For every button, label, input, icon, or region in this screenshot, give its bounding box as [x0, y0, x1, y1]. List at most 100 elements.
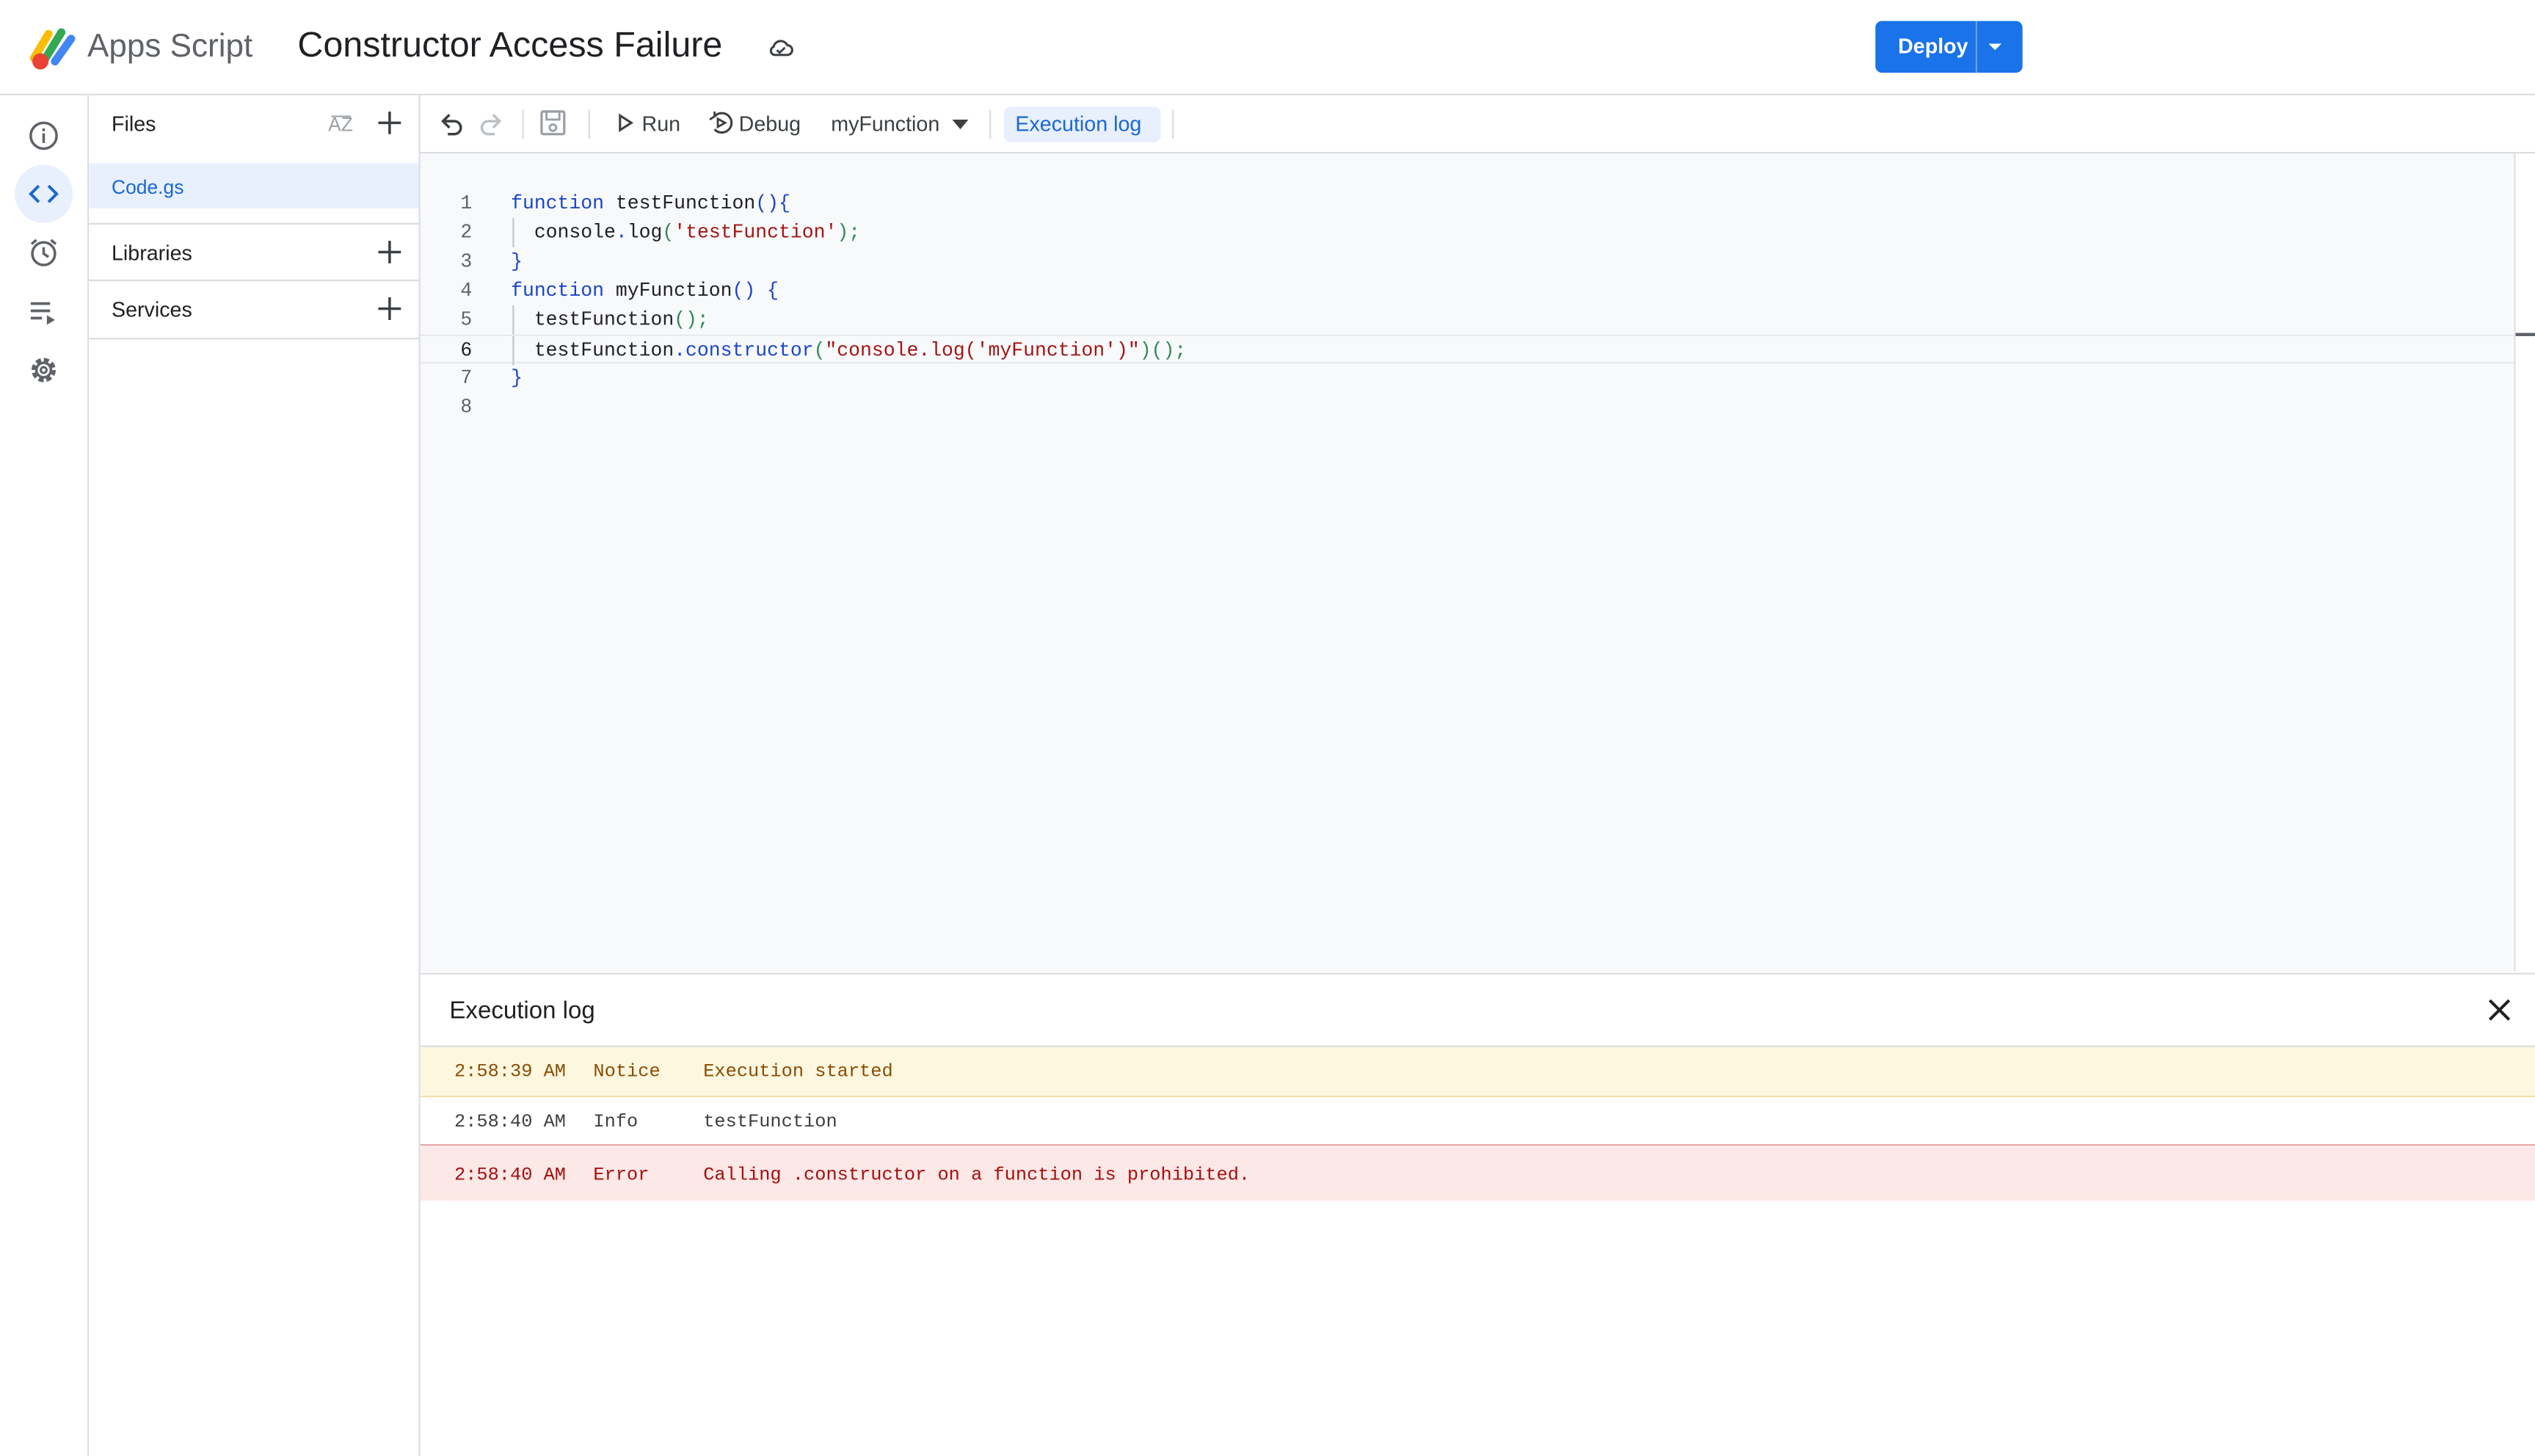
top-app-bar: Apps Script Constructor Access Failure D…: [0, 0, 2535, 95]
execution-log-title: Execution log: [449, 997, 595, 1025]
files-panel: Files AZ Code.gs Libraries Services: [89, 95, 421, 1456]
services-label: Services: [111, 297, 192, 322]
function-select[interactable]: myFunction: [828, 105, 973, 140]
deploy-divider: [1975, 21, 1978, 73]
log-row-notice: 2:58:39 AM Notice Execution started: [420, 1046, 2535, 1098]
code-token: .: [615, 221, 628, 244]
undo-icon[interactable]: [437, 109, 466, 138]
line-number: 3: [460, 250, 473, 274]
toolbar-divider: [1172, 109, 1174, 139]
close-icon[interactable]: [2487, 997, 2512, 1023]
deploy-label: Deploy: [1898, 34, 1968, 59]
code-token: (){: [755, 192, 790, 215]
code-editor[interactable]: 1 function testFunction(){ 2 console.log…: [420, 153, 2514, 972]
line-number: 5: [460, 308, 473, 332]
rail-overview-button[interactable]: [15, 106, 73, 164]
services-section[interactable]: Services: [89, 279, 419, 340]
files-title: Files: [111, 111, 156, 136]
gear-icon: [31, 357, 56, 382]
editor-toolbar: Run Debug myFunction Execution log: [420, 95, 2535, 154]
execution-log-toggle[interactable]: Execution log: [1003, 106, 1161, 142]
file-item[interactable]: Code.gs: [89, 163, 419, 209]
log-time: 2:58:40 AM: [454, 1111, 567, 1133]
add-library-icon[interactable]: [375, 238, 404, 267]
code-line[interactable]: 4 function myFunction() {: [421, 277, 2514, 306]
code-token: "console.log('myFunction')": [825, 339, 1140, 363]
code-line[interactable]: 5 testFunction();: [421, 305, 2514, 335]
log-level: Error: [593, 1165, 650, 1187]
code-token: }: [511, 366, 523, 390]
code-token: testFunction: [534, 308, 674, 332]
redo-icon[interactable]: [477, 109, 506, 138]
code-token: }: [511, 250, 523, 274]
code-token: (: [662, 221, 674, 244]
debug-button[interactable]: Debug: [705, 105, 808, 140]
code-text: }: [511, 250, 523, 273]
code-text: function myFunction() {: [511, 280, 779, 302]
run-button[interactable]: Run: [611, 105, 685, 140]
code-text: testFunction.constructor("console.log('m…: [511, 339, 1186, 362]
clock-icon: [30, 239, 57, 266]
libraries-section[interactable]: Libraries: [89, 222, 419, 281]
navigation-rail: [0, 95, 90, 1456]
product-name[interactable]: Apps Script: [87, 29, 252, 67]
code-line[interactable]: 2 console.log('testFunction');: [421, 218, 2514, 247]
code-token: (): [732, 279, 756, 302]
deploy-button[interactable]: Deploy: [1875, 21, 2023, 73]
debug-icon: [709, 111, 733, 134]
code-token: function: [511, 192, 604, 215]
log-time: 2:58:40 AM: [454, 1165, 567, 1187]
toolbar-divider: [522, 109, 524, 139]
code-token: ): [1139, 339, 1152, 363]
function-select-value: myFunction: [831, 111, 940, 136]
apps-script-logo[interactable]: [29, 26, 78, 71]
executions-icon: [30, 302, 55, 325]
code-token: {: [767, 279, 779, 302]
line-number: 7: [460, 366, 473, 390]
chevron-down-icon[interactable]: [1985, 40, 2004, 54]
code-icon: [29, 184, 59, 203]
execution-log-toggle-label: Execution log: [1015, 111, 1142, 136]
rail-triggers-button[interactable]: [15, 223, 73, 281]
run-label: Run: [641, 111, 681, 136]
save-icon[interactable]: [539, 109, 568, 138]
code-line[interactable]: 3 }: [421, 247, 2514, 277]
line-number: 6: [460, 339, 473, 363]
code-line[interactable]: 8: [421, 393, 2514, 422]
file-item-label: Code.gs: [111, 176, 184, 199]
code-token: .: [674, 339, 686, 363]
rail-executions-button[interactable]: [15, 283, 73, 341]
log-message: testFunction: [703, 1111, 837, 1133]
info-icon: [29, 121, 58, 150]
code-token: constructor: [685, 339, 814, 363]
libraries-label: Libraries: [111, 241, 192, 266]
rail-settings-button[interactable]: [15, 341, 73, 399]
log-time: 2:58:39 AM: [454, 1061, 567, 1083]
log-message: Execution started: [703, 1061, 893, 1083]
code-token: console: [534, 221, 616, 244]
editor-scrollbar[interactable]: [2514, 153, 2535, 972]
line-number: 8: [460, 396, 473, 419]
add-service-icon[interactable]: [375, 294, 404, 324]
code-line[interactable]: 7 }: [421, 363, 2514, 393]
log-row-error: 2:58:40 AM Error Calling .constructor on…: [420, 1146, 2535, 1201]
code-line[interactable]: 1 function testFunction(){: [421, 189, 2514, 219]
project-title[interactable]: Constructor Access Failure: [297, 24, 722, 66]
rail-editor-button[interactable]: [14, 164, 73, 223]
code-token: myFunction: [615, 279, 732, 302]
code-token: (: [813, 339, 826, 363]
execution-log-panel: Execution log 2:58:39 AM Notice Executio…: [420, 972, 2535, 1456]
code-token: 'testFunction': [674, 221, 837, 244]
play-icon: [619, 113, 634, 133]
toolbar-divider: [989, 109, 992, 139]
line-number: 2: [460, 221, 473, 244]
code-token: testFunction: [615, 192, 756, 215]
sort-az-icon[interactable]: AZ: [328, 112, 357, 137]
code-token: ();: [674, 308, 709, 332]
log-level: Notice: [593, 1061, 661, 1083]
add-file-icon[interactable]: [375, 109, 404, 138]
cloud-icon: [769, 40, 793, 57]
log-message: Calling .constructor on a function is pr…: [703, 1165, 1251, 1187]
code-line-current[interactable]: 6 testFunction.constructor("console.log(…: [420, 334, 2514, 365]
scrollbar-cursor-marker: [2515, 332, 2535, 337]
